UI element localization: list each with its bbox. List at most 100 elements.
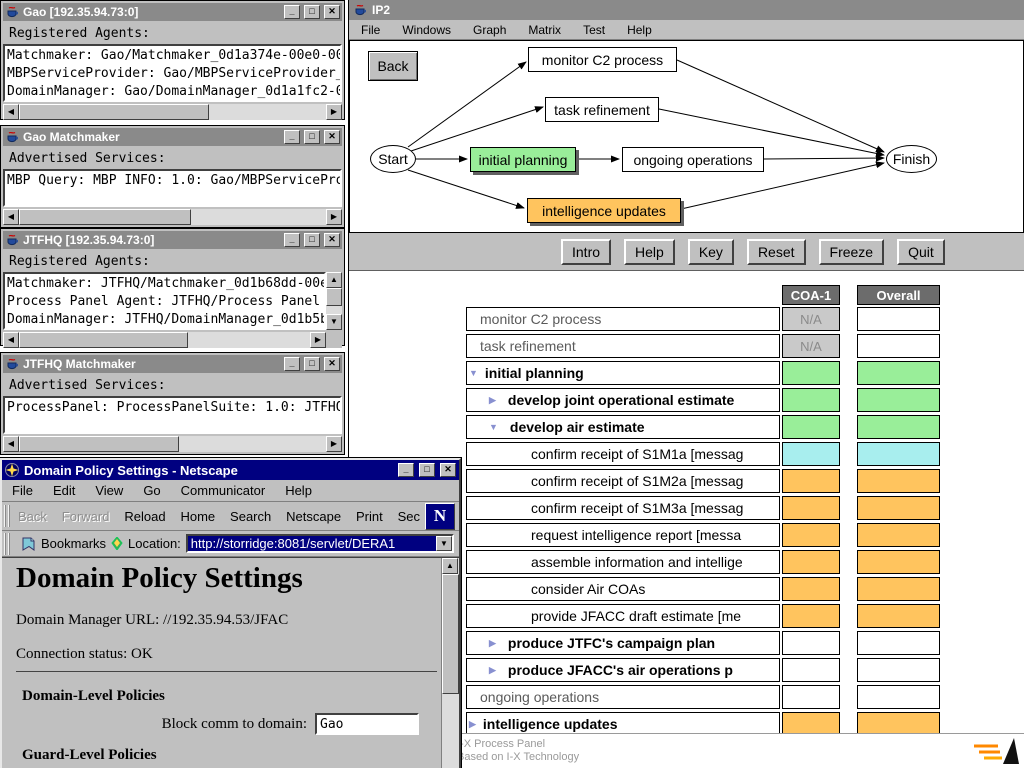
bookmarks-label[interactable]: Bookmarks xyxy=(41,536,106,551)
ip2-menu-test[interactable]: Test xyxy=(583,23,605,37)
overall-cell[interactable] xyxy=(857,442,940,466)
task-cell[interactable]: monitor C2 process xyxy=(466,307,780,331)
security-button[interactable]: Sec xyxy=(396,507,422,526)
task-cell[interactable]: ▶produce JTFC's campaign plan xyxy=(466,631,780,655)
minimize-button[interactable]: _ xyxy=(284,357,300,371)
home-button[interactable]: Home xyxy=(178,507,217,526)
overall-cell[interactable] xyxy=(857,361,940,385)
overall-cell[interactable] xyxy=(857,334,940,358)
task-cell[interactable]: confirm receipt of S1M2a [messag xyxy=(466,469,780,493)
overall-cell[interactable] xyxy=(857,577,940,601)
location-bar-grip-handle[interactable] xyxy=(4,533,12,555)
minimize-button[interactable]: _ xyxy=(398,463,414,477)
overall-cell[interactable] xyxy=(857,388,940,412)
netscape-button[interactable]: Netscape xyxy=(284,507,343,526)
print-button[interactable]: Print xyxy=(354,507,385,526)
ip2-menu-graph[interactable]: Graph xyxy=(473,23,506,37)
expand-triangle-icon[interactable]: ▶ xyxy=(489,638,496,649)
coa1-cell[interactable] xyxy=(782,442,840,466)
scroll-left-icon[interactable]: ◀ xyxy=(3,332,19,348)
panel-button-key[interactable]: Key xyxy=(688,239,734,265)
task-cell[interactable]: confirm receipt of S1M3a [messag xyxy=(466,496,780,520)
reload-button[interactable]: Reload xyxy=(122,507,167,526)
overall-cell[interactable] xyxy=(857,496,940,520)
overall-cell[interactable] xyxy=(857,604,940,628)
task-cell[interactable]: ▼develop air estimate xyxy=(466,415,780,439)
panel-button-reset[interactable]: Reset xyxy=(747,239,806,265)
panel-button-quit[interactable]: Quit xyxy=(897,239,945,265)
scroll-up-icon[interactable]: ▲ xyxy=(442,558,458,574)
overall-cell[interactable] xyxy=(857,550,940,574)
expand-triangle-icon[interactable]: ▶ xyxy=(489,665,496,676)
horizontal-scrollbar[interactable]: ◀ ▶ xyxy=(3,332,342,348)
back-button[interactable]: Back xyxy=(368,51,418,81)
task-cell[interactable]: consider Air COAs xyxy=(466,577,780,601)
column-header-coa1[interactable]: COA-1 xyxy=(782,285,840,305)
resize-grip[interactable] xyxy=(326,332,342,348)
coa1-cell[interactable] xyxy=(782,469,840,493)
minimize-button[interactable]: _ xyxy=(284,233,300,247)
coa1-cell[interactable] xyxy=(782,361,840,385)
column-header-overall[interactable]: Overall xyxy=(857,285,940,305)
ip2-menu-file[interactable]: File xyxy=(361,23,380,37)
task-cell[interactable]: request intelligence report [messa xyxy=(466,523,780,547)
close-button[interactable]: ✕ xyxy=(440,463,456,477)
collapse-triangle-icon[interactable]: ▼ xyxy=(469,368,478,378)
netscape-menu-go[interactable]: Go xyxy=(143,483,160,498)
search-button[interactable]: Search xyxy=(228,507,273,526)
coa1-cell[interactable] xyxy=(782,631,840,655)
coa1-cell[interactable] xyxy=(782,388,840,412)
netscape-logo[interactable]: N xyxy=(425,503,455,530)
minimize-button[interactable]: _ xyxy=(284,130,300,144)
coa1-cell[interactable]: N/A xyxy=(782,334,840,358)
maximize-button[interactable]: □ xyxy=(304,130,320,144)
graph-node-initial-planning[interactable]: initial planning xyxy=(470,147,576,172)
jtfhq-services-list[interactable]: ProcessPanel: ProcessPanelSuite: 1.0: JT… xyxy=(3,396,342,434)
scrollbar-thumb[interactable] xyxy=(19,104,209,120)
url-field[interactable]: http://storridge:8081/servlet/DERA1 ▼ xyxy=(186,534,454,553)
coa1-cell[interactable] xyxy=(782,604,840,628)
horizontal-scrollbar[interactable]: ◀ ▶ xyxy=(3,104,342,120)
graph-node-start[interactable]: Start xyxy=(370,145,416,173)
scrollbar-thumb[interactable] xyxy=(19,436,179,452)
coa1-cell[interactable] xyxy=(782,523,840,547)
task-cell[interactable]: ▼initial planning xyxy=(466,361,780,385)
netscape-menu-file[interactable]: File xyxy=(12,483,33,498)
gao-title-bar[interactable]: Gao [192.35.94.73:0] _ □ ✕ xyxy=(3,3,342,21)
minimize-button[interactable]: _ xyxy=(284,5,300,19)
scroll-left-icon[interactable]: ◀ xyxy=(3,436,19,452)
scroll-right-icon[interactable]: ▶ xyxy=(310,332,326,348)
url-value[interactable]: http://storridge:8081/servlet/DERA1 xyxy=(188,536,436,551)
back-button[interactable]: Back xyxy=(16,507,49,526)
scroll-left-icon[interactable]: ◀ xyxy=(3,104,19,120)
scroll-right-icon[interactable]: ▶ xyxy=(326,104,342,120)
url-dropdown-icon[interactable]: ▼ xyxy=(436,536,452,551)
gao-services-list[interactable]: MBP Query: MBP INFO: 1.0: Gao/MBPService… xyxy=(3,169,342,207)
graph-node-intelligence-updates[interactable]: intelligence updates xyxy=(527,198,681,223)
scrollbar-thumb[interactable] xyxy=(19,332,188,348)
toolbar-grip-handle[interactable] xyxy=(4,505,12,527)
scrollbar-thumb[interactable] xyxy=(442,574,459,694)
overall-cell[interactable] xyxy=(857,631,940,655)
overall-cell[interactable] xyxy=(857,469,940,493)
scroll-left-icon[interactable]: ◀ xyxy=(3,209,19,225)
netscape-menu-communicator[interactable]: Communicator xyxy=(181,483,266,498)
scrollbar-thumb[interactable] xyxy=(326,288,342,306)
coa1-cell[interactable]: N/A xyxy=(782,307,840,331)
vertical-scrollbar[interactable]: ▲ xyxy=(441,558,459,768)
close-button[interactable]: ✕ xyxy=(324,130,340,144)
graph-node-task-refinement[interactable]: task refinement xyxy=(545,97,659,122)
panel-button-intro[interactable]: Intro xyxy=(561,239,611,265)
task-cell[interactable]: confirm receipt of S1M1a [messag xyxy=(466,442,780,466)
coa1-cell[interactable] xyxy=(782,550,840,574)
netscape-title-bar[interactable]: Domain Policy Settings - Netscape _ □ ✕ xyxy=(2,460,459,480)
scroll-right-icon[interactable]: ▶ xyxy=(326,209,342,225)
netscape-menu-view[interactable]: View xyxy=(95,483,123,498)
maximize-button[interactable]: □ xyxy=(304,357,320,371)
close-button[interactable]: ✕ xyxy=(324,233,340,247)
graph-node-ongoing-operations[interactable]: ongoing operations xyxy=(622,147,764,172)
close-button[interactable]: ✕ xyxy=(324,357,340,371)
coa1-cell[interactable] xyxy=(782,415,840,439)
jtfhq-agent-list[interactable]: Matchmaker: JTFHQ/Matchmaker_0d1b68dd-00… xyxy=(3,272,326,330)
graph-node-finish[interactable]: Finish xyxy=(886,145,937,173)
